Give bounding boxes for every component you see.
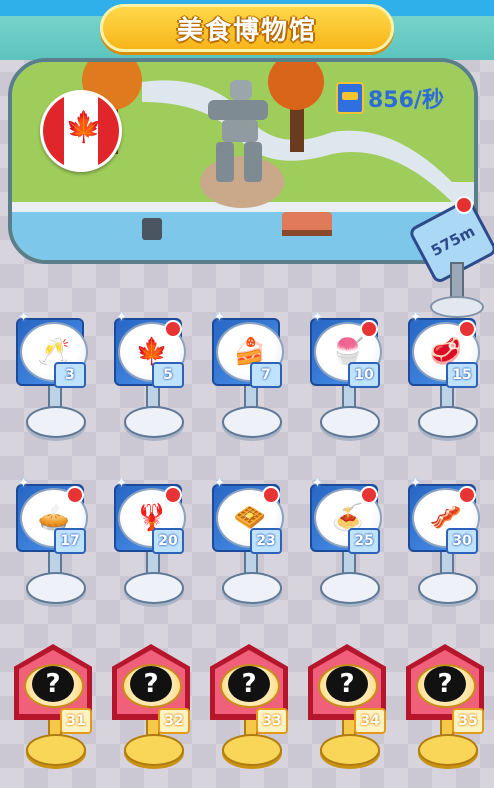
dish-level: 7 [250,362,282,388]
sparkle-icon: ✦ [312,476,323,491]
display-base [418,734,478,766]
new-badge [360,320,378,338]
question-mark-icon: ? [32,666,74,702]
display-base [124,572,184,604]
distance-label: 575m [428,222,478,260]
sparkle-icon: ✦ [214,310,225,325]
dish-slot[interactable]: 🥩 ✦ 15 [406,310,486,444]
dish-slot[interactable]: 🦞 ✦ 20 [112,476,192,610]
locked-slot[interactable]: ? 33 [210,636,290,766]
new-badge [458,486,476,504]
dish-level: 20 [152,528,184,554]
dish-slot[interactable]: 🥂 ✦ 3 [14,310,94,444]
locked-level: 33 [256,708,288,734]
sparkle-icon: ✦ [116,310,127,325]
dish-level: 17 [54,528,86,554]
dish-level: 5 [152,362,184,388]
notification-dot [455,196,473,214]
locked-level: 34 [354,708,386,734]
title-banner: 美食博物馆 [100,4,394,52]
display-base [26,572,86,604]
dish-slot[interactable]: 🧇 ✦ 23 [210,476,290,610]
sparkle-icon: ✦ [410,476,421,491]
maple-leaf-icon: 🍁 [65,110,103,145]
new-badge [164,486,182,504]
question-mark-icon: ? [424,666,466,702]
dish-slot[interactable]: 🥓 ✦ 30 [406,476,486,610]
coin-jar-icon [336,82,364,114]
display-base [26,734,86,766]
display-base [320,572,380,604]
new-badge [458,320,476,338]
locked-slot[interactable]: ? 35 [406,636,486,766]
display-base [222,572,282,604]
dish-slot[interactable]: 🥧 ✦ 17 [14,476,94,610]
new-badge [360,486,378,504]
new-badge [262,486,280,504]
sparkle-icon: ✦ [312,310,323,325]
question-mark-icon: ? [228,666,270,702]
sparkle-icon: ✦ [18,310,29,325]
sparkle-icon: ✦ [410,310,421,325]
dish-level: 10 [348,362,380,388]
dish-slot[interactable]: 🍝 ✦ 25 [308,476,388,610]
display-base [320,734,380,766]
display-base [26,406,86,438]
dish-level: 25 [348,528,380,554]
display-base [320,406,380,438]
dish-level: 15 [446,362,478,388]
flag-bar-left [43,93,64,169]
locked-level: 31 [60,708,92,734]
locked-level: 32 [158,708,190,734]
dish-level: 30 [446,528,478,554]
display-base [222,406,282,438]
dish-slot[interactable]: 🍁 ✦ 5 [112,310,192,444]
locked-slot[interactable]: ? 34 [308,636,388,766]
sparkle-icon: ✦ [214,476,225,491]
locked-slot[interactable]: ? 31 [14,636,94,766]
scene-window: 🍁 856/秒 [8,58,478,264]
dish-level: 3 [54,362,86,388]
display-base [124,734,184,766]
income-rate: 856/秒 [336,82,444,114]
new-badge [164,320,182,338]
canada-flag-icon: 🍁 [40,90,122,172]
question-mark-icon: ? [326,666,368,702]
display-base [222,734,282,766]
display-base [418,406,478,438]
new-badge [66,486,84,504]
dish-slot[interactable]: 🍰 ✦ 7 [210,310,290,444]
sparkle-icon: ✦ [18,476,29,491]
dish-slot[interactable]: 🍧 ✦ 10 [308,310,388,444]
sparkle-icon: ✦ [116,476,127,491]
question-mark-icon: ? [130,666,172,702]
display-base [418,572,478,604]
locked-slot[interactable]: ? 32 [112,636,192,766]
income-rate-text: 856/秒 [368,88,444,113]
page-title: 美食博物馆 [176,15,317,46]
display-base [124,406,184,438]
dish-level: 23 [250,528,282,554]
locked-level: 35 [452,708,484,734]
